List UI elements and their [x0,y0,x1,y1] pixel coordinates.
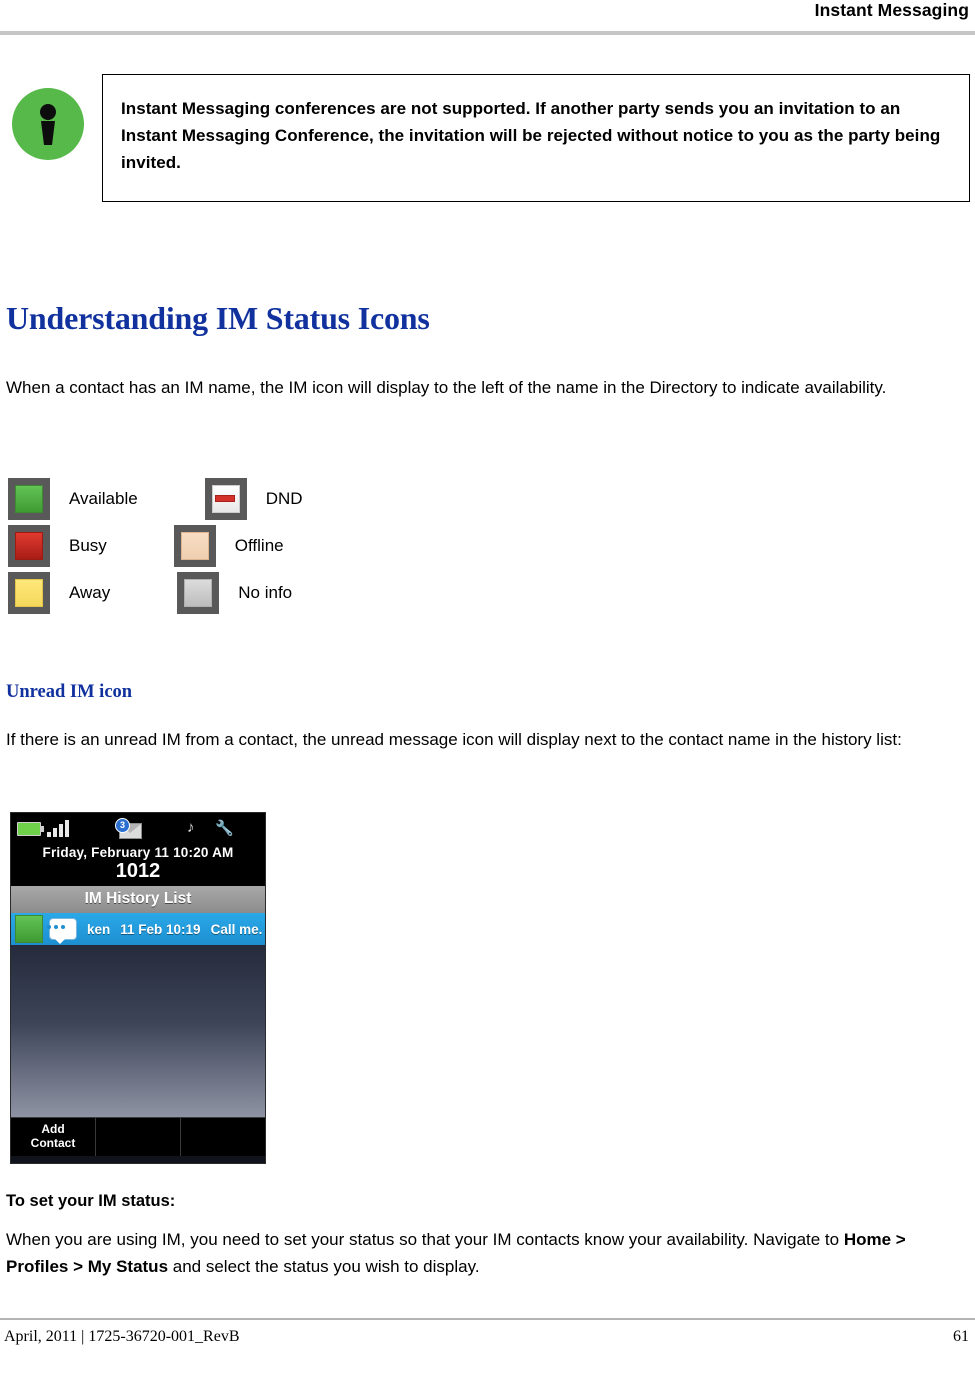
status-legend-cell: No info [177,572,292,614]
header-title: Instant Messaging [814,0,969,20]
status-away-label: Away [69,583,111,602]
status-busy-label: Busy [69,536,107,555]
phone-list-title: IM History List [11,886,265,913]
note-callout: Instant Messaging conferences are not su… [0,74,975,204]
status-icon-legend: Available DND Busy Offline Away No info [8,478,428,619]
phone-row-timestamp: 11 Feb 10:19 [120,921,201,937]
phone-row-message: Call me. [210,921,263,937]
message-count-badge: 3 [115,818,130,833]
status-legend-row: Away No info [8,572,428,619]
note-text: Instant Messaging conferences are not su… [121,99,941,172]
status-dnd-label: DND [265,489,303,508]
note-box: Instant Messaging conferences are not su… [102,74,970,202]
status-available-icon [15,485,43,513]
set-status-text-before: When you are using IM, you need to set y… [6,1230,844,1249]
phone-date-line: Friday, February 11 10:20 AM [11,843,265,860]
phone-softkey-bar: Add Contact [11,1117,265,1156]
status-dnd-swatch [204,478,247,520]
status-legend-cell: Busy [8,525,107,567]
section-intro: When a contact has an IM name, the IM ic… [6,378,887,397]
document-page: Instant Messaging Instant Messaging conf… [0,0,975,1379]
status-available-label: Available [69,489,138,508]
status-available-swatch [8,478,50,520]
status-offline-swatch [173,525,216,567]
signal-bars-icon [47,819,71,837]
status-legend-cell: Available [8,478,138,520]
phone-screenshot: 3 ♪ 🔧 Friday, February 11 10:20 AM 1012 … [10,812,266,1164]
battery-icon [17,822,44,836]
status-away-swatch [8,572,50,614]
status-legend-row: Available DND [8,478,428,525]
phone-extension: 1012 [11,860,265,886]
phone-history-row[interactable]: ken 11 Feb 10:19 Call me. [11,913,265,945]
envelope-icon: 3 [115,818,142,839]
status-legend-cell: Offline [173,525,284,567]
unread-message-dots [47,925,65,929]
status-noinfo-icon [184,579,213,607]
footer-divider [0,1318,975,1320]
status-away-icon [15,579,43,607]
status-available-icon [15,915,43,943]
phone-status-bar: 3 ♪ 🔧 [11,813,265,843]
footer-left: April, 2011 | 1725-36720-001_RevB [4,1328,240,1345]
softkey-add-contact[interactable]: Add Contact [11,1118,96,1156]
status-dnd-icon [211,485,240,513]
unread-im-text: If there is an unread IM from a contact,… [6,730,902,749]
page-header: Instant Messaging [0,0,975,40]
unread-message-icon [49,918,77,944]
footer-page-number: 61 [953,1328,969,1345]
status-legend-cell: Away [8,572,110,614]
unread-im-heading: Unread IM icon [6,682,133,702]
status-noinfo-swatch [177,572,220,614]
wrench-icon: 🔧 [215,820,234,837]
header-divider [0,31,975,35]
phone-row-name: ken [87,921,111,937]
softkey-empty-1[interactable] [96,1118,181,1156]
set-status-text-after: and select the status you wish to displa… [168,1257,480,1276]
status-busy-swatch [8,525,50,567]
status-offline-label: Offline [234,536,284,555]
section-heading: Understanding IM Status Icons [6,300,430,336]
set-status-text: When you are using IM, you need to set y… [6,1226,951,1280]
set-status-heading: To set your IM status: [6,1192,176,1210]
phone-list-body [11,945,265,1117]
status-legend-cell: DND [204,478,303,520]
status-busy-icon [15,532,43,560]
music-note-icon: ♪ [187,819,195,836]
status-noinfo-label: No info [238,583,293,602]
softkey-empty-2[interactable] [181,1118,265,1156]
note-info-icon [12,88,84,160]
status-legend-row: Busy Offline [8,525,428,572]
status-offline-icon [180,532,209,560]
